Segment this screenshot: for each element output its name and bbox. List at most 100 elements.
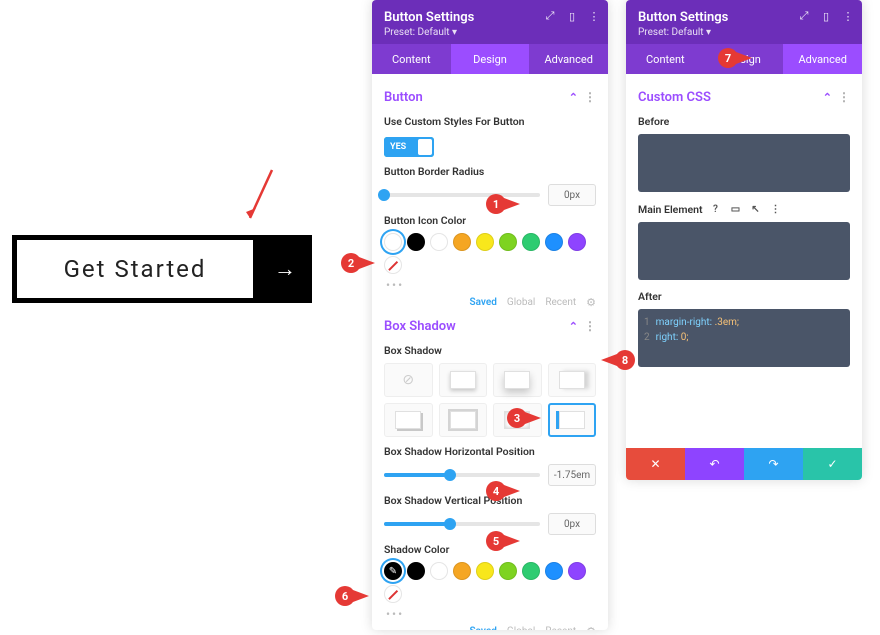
- tab-content[interactable]: Content: [626, 44, 705, 74]
- shadow-vpos-value[interactable]: 0px: [548, 513, 596, 535]
- columns-icon[interactable]: ▯: [820, 10, 832, 22]
- shadow-preset-none[interactable]: ⊘: [384, 363, 433, 397]
- swatch-green[interactable]: [522, 562, 540, 580]
- hover-icon[interactable]: ↖: [749, 202, 763, 216]
- shadow-preset-5[interactable]: [439, 403, 488, 437]
- icon-color-label: Button Icon Color: [384, 214, 596, 227]
- expand-icon[interactable]: ⤢: [798, 10, 810, 22]
- swatch-purple[interactable]: [568, 233, 586, 251]
- callout-5: 5: [486, 531, 520, 551]
- callout-2: 2: [341, 253, 375, 273]
- attention-arrow-icon: [244, 168, 274, 228]
- shadow-hpos-label: Box Shadow Horizontal Position: [384, 445, 596, 458]
- more-icon[interactable]: ⋮: [584, 319, 596, 333]
- help-icon[interactable]: ?: [709, 202, 723, 216]
- chevron-up-icon[interactable]: ⌃: [569, 320, 578, 333]
- swatch-transparent[interactable]: [384, 233, 402, 251]
- tab-design[interactable]: Design: [451, 44, 530, 74]
- shadow-preset-1[interactable]: [439, 363, 488, 397]
- shadow-presets-label: Box Shadow: [384, 344, 596, 357]
- swatch-lime[interactable]: [499, 562, 517, 580]
- shadow-vpos-slider[interactable]: [384, 522, 540, 526]
- section-shadow-title[interactable]: Box Shadow ⌃⋮: [384, 319, 596, 334]
- close-button[interactable]: ✕: [626, 448, 685, 480]
- chevron-up-icon[interactable]: ⌃: [823, 91, 832, 104]
- more-icon[interactable]: ⋮: [838, 90, 850, 104]
- panel-footer: ✕ ↶ ↷ ✓: [626, 448, 862, 480]
- shadow-preset-3[interactable]: [548, 363, 597, 397]
- shadow-color-swatches: ✎: [384, 562, 596, 603]
- shadow-preset-4[interactable]: [384, 403, 433, 437]
- callout-1: 1: [486, 194, 520, 214]
- arrow-right-icon: →: [258, 235, 312, 303]
- palette-global[interactable]: Global: [507, 626, 535, 630]
- shadow-presets-grid: ⊘: [384, 363, 596, 437]
- icon-color-swatches: [384, 233, 596, 274]
- swatch-picker[interactable]: ✎: [384, 562, 402, 580]
- swatch-yellow[interactable]: [476, 562, 494, 580]
- swatch-blue[interactable]: [545, 233, 563, 251]
- swatch-black[interactable]: [407, 233, 425, 251]
- shadow-preset-2[interactable]: [493, 363, 542, 397]
- section-button-title[interactable]: Button ⌃⋮: [384, 90, 596, 105]
- swatch-black[interactable]: [407, 562, 425, 580]
- palette-saved[interactable]: Saved: [470, 297, 497, 308]
- preset-dropdown[interactable]: Preset: Default ▾: [638, 27, 850, 38]
- tab-advanced[interactable]: Advanced: [529, 44, 608, 74]
- callout-8: 8: [601, 350, 635, 370]
- chevron-up-icon[interactable]: ⌃: [569, 91, 578, 104]
- preset-dropdown[interactable]: Preset: Default ▾: [384, 27, 596, 38]
- swatch-orange[interactable]: [453, 233, 471, 251]
- border-radius-value[interactable]: 0px: [548, 184, 596, 206]
- preview-button-label: Get Started: [12, 235, 258, 303]
- use-custom-toggle[interactable]: YES: [384, 137, 434, 157]
- shadow-preset-7-selected[interactable]: [548, 403, 597, 437]
- columns-icon[interactable]: ▯: [566, 10, 578, 22]
- undo-button[interactable]: ↶: [685, 448, 744, 480]
- callout-6: 6: [335, 586, 369, 606]
- tab-advanced[interactable]: Advanced: [783, 44, 862, 74]
- css-before-label: Before: [638, 115, 850, 128]
- panel-header: Button Settings Preset: Default ▾ ⤢ ▯ ⋮: [372, 0, 608, 44]
- css-after-input[interactable]: 1margin-right: .3em; 2right: 0;: [638, 309, 850, 367]
- more-icon[interactable]: ⋮: [842, 10, 854, 22]
- swatch-yellow[interactable]: [476, 233, 494, 251]
- shadow-hpos-slider[interactable]: [384, 473, 540, 477]
- tabs: Content Design Advanced: [372, 44, 608, 74]
- border-radius-label: Button Border Radius: [384, 165, 596, 178]
- swatch-orange[interactable]: [453, 562, 471, 580]
- gear-icon[interactable]: ⚙: [586, 625, 596, 630]
- css-before-input[interactable]: [638, 134, 850, 192]
- swatch-none[interactable]: [384, 256, 402, 274]
- tab-content[interactable]: Content: [372, 44, 451, 74]
- swatch-green[interactable]: [522, 233, 540, 251]
- more-icon[interactable]: ⋮: [769, 202, 783, 216]
- palette-recent[interactable]: Recent: [545, 297, 576, 308]
- more-swatches-icon[interactable]: •••: [386, 607, 596, 621]
- callout-7: 7: [718, 48, 752, 68]
- more-icon[interactable]: ⋮: [588, 10, 600, 22]
- shadow-hpos-value[interactable]: -1.75em: [548, 464, 596, 486]
- expand-icon[interactable]: ⤢: [544, 10, 556, 22]
- palette-recent[interactable]: Recent: [545, 626, 576, 630]
- desktop-icon[interactable]: ▭: [729, 202, 743, 216]
- swatch-white[interactable]: [430, 562, 448, 580]
- swatch-lime[interactable]: [499, 233, 517, 251]
- swatch-purple[interactable]: [568, 562, 586, 580]
- section-css-title[interactable]: Custom CSS ⌃⋮: [638, 90, 850, 105]
- more-icon[interactable]: ⋮: [584, 90, 596, 104]
- css-main-input[interactable]: [638, 222, 850, 280]
- redo-button[interactable]: ↷: [744, 448, 803, 480]
- settings-panel-advanced: Button Settings Preset: Default ▾ ⤢ ▯ ⋮ …: [626, 0, 862, 480]
- more-swatches-icon[interactable]: •••: [386, 278, 596, 292]
- swatch-white[interactable]: [430, 233, 448, 251]
- css-after-label: After: [638, 290, 850, 303]
- preview-button: Get Started →: [12, 235, 312, 303]
- swatch-none[interactable]: [384, 585, 402, 603]
- panel-header: Button Settings Preset: Default ▾ ⤢ ▯ ⋮: [626, 0, 862, 44]
- palette-global[interactable]: Global: [507, 297, 535, 308]
- palette-saved[interactable]: Saved: [470, 626, 497, 630]
- swatch-blue[interactable]: [545, 562, 563, 580]
- gear-icon[interactable]: ⚙: [586, 296, 596, 309]
- save-button[interactable]: ✓: [803, 448, 862, 480]
